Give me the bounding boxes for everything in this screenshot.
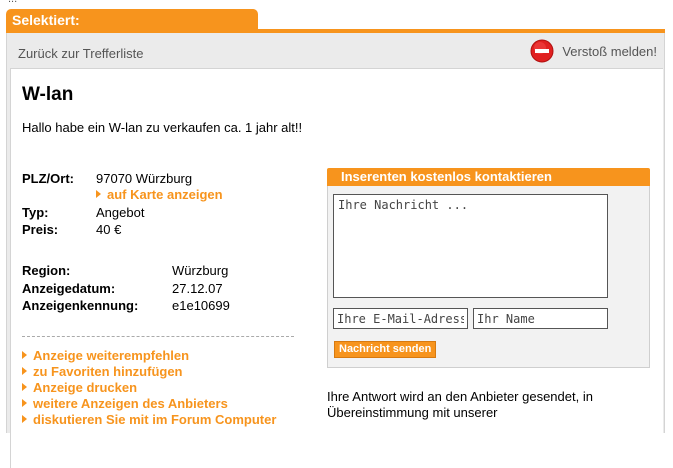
listing-id-value: e1e10699	[172, 298, 230, 313]
report-label: Verstoß melden!	[562, 43, 657, 59]
no-entry-icon	[530, 39, 554, 63]
date-label: Anzeigedatum:	[22, 281, 116, 296]
region-value: Würzburg	[172, 263, 229, 278]
action-print-link[interactable]: Anzeige drucken	[22, 380, 137, 395]
name-field[interactable]	[473, 308, 608, 329]
action-recommend-link[interactable]: Anzeige weiterempfehlen	[22, 348, 189, 363]
action-label: zu Favoriten hinzufügen	[33, 364, 183, 379]
contact-info-text: Ihre Antwort wird an den Anbieter gesend…	[327, 389, 593, 420]
listing-title: W-lan	[22, 84, 74, 105]
action-label: Anzeige drucken	[33, 380, 138, 395]
price-label: Preis:	[22, 222, 59, 237]
email-field[interactable]	[333, 308, 468, 329]
plz-label: PLZ/Ort:	[22, 171, 74, 186]
date-value: 27.12.07	[172, 281, 223, 296]
triangle-right-icon	[22, 351, 27, 359]
send-message-button[interactable]: Nachricht senden	[334, 341, 437, 358]
divider	[22, 336, 294, 337]
map-link[interactable]: auf Karte anzeigen	[96, 187, 223, 202]
back-to-results-link[interactable]: Zurück zur Trefferliste	[18, 46, 143, 61]
price-value: 40 €	[96, 222, 122, 237]
contact-heading: Inserenten kostenlos kontaktieren	[327, 168, 650, 186]
type-value: Angebot	[96, 205, 145, 220]
triangle-right-icon	[96, 190, 101, 198]
action-label: Anzeige weiterempfehlen	[33, 348, 190, 363]
type-label: Typ:	[22, 205, 49, 220]
plz-value: 97070 Würzburg	[96, 171, 193, 186]
action-label: weitere Anzeigen des Anbieters	[33, 396, 228, 411]
listing-description: Hallo habe ein W-lan zu verkaufen ca. 1 …	[22, 120, 303, 135]
triangle-right-icon	[22, 399, 27, 407]
report-violation-button[interactable]: Verstoß melden!	[530, 38, 657, 64]
action-more-ads-link[interactable]: weitere Anzeigen des Anbieters	[22, 396, 228, 411]
triangle-right-icon	[22, 383, 27, 391]
selected-tab: Selektiert:	[6, 9, 258, 31]
map-link-label: auf Karte anzeigen	[107, 187, 223, 202]
triangle-right-icon	[22, 415, 27, 423]
listing-id-label: Anzeigenkennung:	[22, 298, 139, 313]
region-label: Region:	[22, 263, 71, 278]
triangle-right-icon	[22, 367, 27, 375]
clipped-top-text: ...	[8, 0, 17, 5]
message-textarea[interactable]	[333, 194, 608, 298]
action-favorite-link[interactable]: zu Favoriten hinzufügen	[22, 364, 183, 379]
